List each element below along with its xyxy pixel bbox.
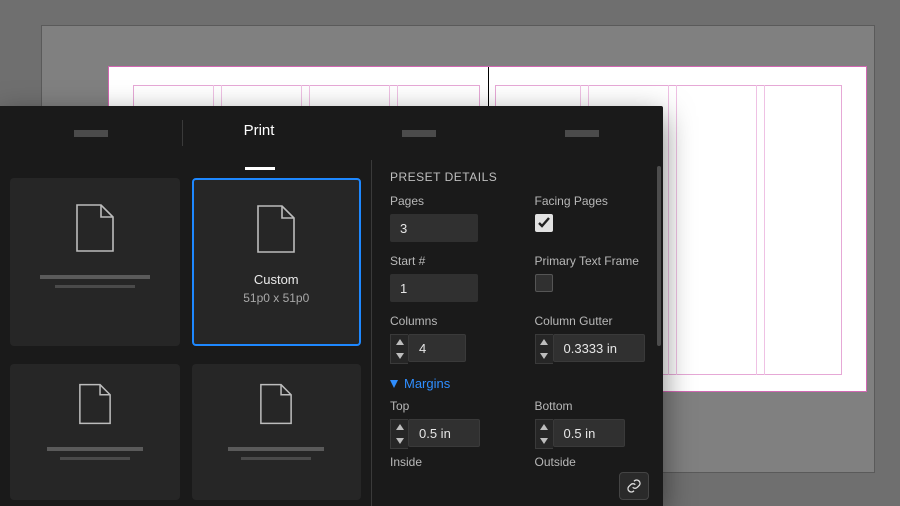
document-icon bbox=[256, 204, 296, 254]
preset-placeholder-lines bbox=[40, 275, 150, 288]
margin-top-stepper[interactable] bbox=[390, 419, 505, 449]
tab-placeholder-icon bbox=[402, 130, 436, 137]
gutter-input[interactable] bbox=[553, 334, 645, 362]
preset-placeholder-lines bbox=[47, 447, 143, 460]
preset-tile[interactable] bbox=[192, 364, 362, 500]
preset-details-panel: PRESET DETAILS Pages Facing Pages Start … bbox=[371, 160, 663, 506]
tab-placeholder-icon bbox=[565, 130, 599, 137]
field-label: Facing Pages bbox=[535, 194, 650, 208]
tab-placeholder-icon bbox=[74, 130, 108, 137]
step-up-icon[interactable] bbox=[536, 335, 553, 349]
field-label: Bottom bbox=[535, 399, 650, 413]
step-down-icon[interactable] bbox=[391, 349, 408, 363]
scrollbar[interactable] bbox=[657, 166, 661, 500]
column-guide bbox=[676, 85, 677, 375]
field-label: Columns bbox=[390, 314, 505, 328]
margin-bottom-input[interactable] bbox=[553, 419, 625, 447]
tab-mobile[interactable] bbox=[502, 130, 662, 137]
preset-size: 51p0 x 51p0 bbox=[243, 291, 309, 305]
link-margins-button[interactable] bbox=[619, 472, 649, 500]
field-label: Top bbox=[390, 399, 505, 413]
new-document-dialog: Print Custom 51p0 x 51p0 bbox=[0, 106, 663, 506]
gutter-stepper[interactable] bbox=[535, 334, 650, 364]
facing-pages-checkbox[interactable] bbox=[535, 214, 553, 232]
preset-placeholder-lines bbox=[228, 447, 324, 460]
step-down-icon[interactable] bbox=[391, 434, 408, 448]
tab-recent[interactable] bbox=[0, 130, 182, 137]
field-label: Start # bbox=[390, 254, 505, 268]
document-icon bbox=[259, 383, 293, 425]
column-guide bbox=[668, 85, 669, 375]
category-tabs: Print bbox=[0, 106, 663, 160]
pages-input[interactable] bbox=[390, 214, 478, 242]
tab-web[interactable] bbox=[336, 130, 502, 137]
margin-bottom-stepper[interactable] bbox=[535, 419, 650, 449]
step-up-icon[interactable] bbox=[391, 335, 408, 349]
preset-name: Custom bbox=[254, 272, 299, 287]
start-number-input[interactable] bbox=[390, 274, 478, 302]
preset-tile[interactable] bbox=[10, 178, 180, 346]
tab-print[interactable]: Print bbox=[182, 122, 336, 145]
field-label: Inside bbox=[390, 455, 505, 469]
field-label: Outside bbox=[535, 455, 650, 469]
field-label: Pages bbox=[390, 194, 505, 208]
columns-stepper[interactable] bbox=[390, 334, 505, 364]
margins-disclosure[interactable]: Margins bbox=[390, 376, 649, 391]
preset-tile[interactable] bbox=[10, 364, 180, 500]
field-label: Column Gutter bbox=[535, 314, 650, 328]
active-tab-underline bbox=[245, 167, 275, 170]
document-icon bbox=[78, 383, 112, 425]
divider bbox=[182, 120, 183, 146]
step-down-icon[interactable] bbox=[536, 434, 553, 448]
margins-heading: Margins bbox=[404, 376, 450, 391]
field-label: Primary Text Frame bbox=[535, 254, 650, 268]
tab-label: Print bbox=[244, 122, 275, 145]
preset-tile-selected[interactable]: Custom 51p0 x 51p0 bbox=[192, 178, 362, 346]
column-guide bbox=[756, 85, 757, 375]
columns-input[interactable] bbox=[408, 334, 466, 362]
document-icon bbox=[75, 203, 115, 253]
preset-gallery: Custom 51p0 x 51p0 bbox=[0, 160, 371, 506]
panel-heading: PRESET DETAILS bbox=[390, 170, 649, 184]
step-up-icon[interactable] bbox=[536, 420, 553, 434]
margin-top-input[interactable] bbox=[408, 419, 480, 447]
step-up-icon[interactable] bbox=[391, 420, 408, 434]
column-guide bbox=[764, 85, 765, 375]
step-down-icon[interactable] bbox=[536, 349, 553, 363]
primary-text-frame-checkbox[interactable] bbox=[535, 274, 553, 292]
